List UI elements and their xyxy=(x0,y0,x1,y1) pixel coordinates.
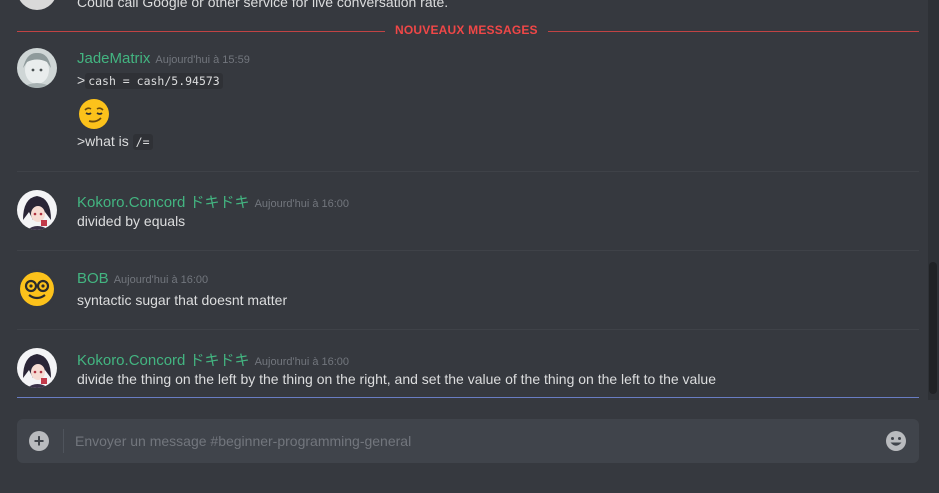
message-input[interactable] xyxy=(75,419,875,463)
inline-code: cash = cash/5.94573 xyxy=(85,73,223,89)
username[interactable]: Kokoro.Concord ドキドキ xyxy=(77,194,250,211)
avatar[interactable] xyxy=(17,0,57,10)
composer-divider xyxy=(63,429,64,453)
quote-prefix: > xyxy=(77,72,86,88)
username[interactable]: BOB xyxy=(77,270,109,287)
timestamp: Aujourd'hui à 16:00 xyxy=(254,198,350,210)
message-composer: + xyxy=(17,419,919,463)
message-separator xyxy=(17,329,919,330)
message-text: > cash = cash/5.94573 xyxy=(77,72,223,89)
message-text: >what is /= xyxy=(77,133,153,150)
message-list[interactable]: Could call Google or other service for l… xyxy=(0,0,928,400)
avatar-kokoro[interactable] xyxy=(17,348,57,388)
message-text: syntactic sugar that doesnt matter xyxy=(77,292,288,308)
scrollbar-thumb[interactable] xyxy=(929,262,937,394)
avatar-kokoro[interactable] xyxy=(17,190,57,230)
message-separator xyxy=(17,250,919,251)
unread-boundary-line xyxy=(17,397,919,398)
message-separator xyxy=(17,171,919,172)
username[interactable]: JadeMatrix xyxy=(77,50,150,67)
timestamp: Aujourd'hui à 16:00 xyxy=(113,274,209,286)
message-text: Could call Google or other service for l… xyxy=(77,0,449,10)
inline-code: /= xyxy=(132,134,153,150)
avatar-bob[interactable] xyxy=(17,269,57,309)
timestamp: Aujourd'hui à 16:00 xyxy=(254,356,350,368)
smirk-emoji-icon xyxy=(77,97,111,131)
new-messages-label: NOUVEAUX MESSAGES xyxy=(385,23,548,37)
username[interactable]: Kokoro.Concord ドキドキ xyxy=(77,352,250,369)
plus-circle-icon[interactable]: + xyxy=(29,431,49,451)
message-text: divided by equals xyxy=(77,213,186,229)
smiley-icon[interactable] xyxy=(885,430,907,452)
timestamp: Aujourd'hui à 15:59 xyxy=(155,54,250,66)
text-fragment: >what is xyxy=(77,133,133,149)
avatar-jadematrix[interactable] xyxy=(17,48,57,88)
message-text: divide the thing on the left by the thin… xyxy=(77,371,717,387)
